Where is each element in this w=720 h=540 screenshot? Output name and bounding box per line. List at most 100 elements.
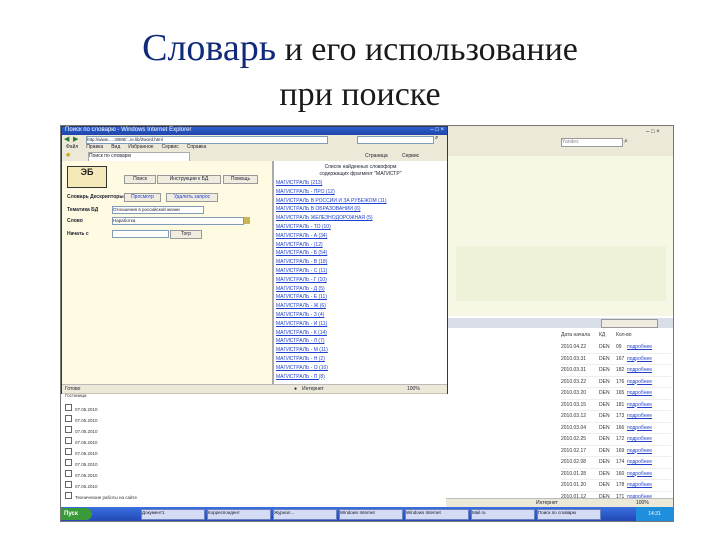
cell-link[interactable]: подробнее: [627, 356, 652, 362]
cell-link[interactable]: подробнее: [627, 482, 652, 488]
result-link[interactable]: МАГИСТРАЛЬ - Г (10): [276, 277, 446, 286]
row-checkbox[interactable]: [65, 470, 72, 477]
result-link[interactable]: МАГИСТРАЛЬ - Е (11): [276, 294, 446, 303]
back-icon[interactable]: ◀: [64, 135, 69, 143]
word-input[interactable]: Наработка: [112, 217, 244, 225]
result-link[interactable]: МАГИСТРАЛЬ - С (11): [276, 268, 446, 277]
result-link[interactable]: МАГИСТРАЛЬ - Д (5): [276, 286, 446, 295]
nav-help-button[interactable]: Помощь: [223, 175, 258, 184]
list-item[interactable]: 07.05.2010: [61, 426, 446, 437]
result-link[interactable]: МАГИСТРАЛЬ - Н (2): [276, 356, 446, 365]
list-item[interactable]: 07.05.2010: [61, 437, 446, 448]
cell-link[interactable]: подробнее: [627, 379, 652, 385]
cell-link[interactable]: подробнее: [627, 367, 652, 373]
bg-pager-button[interactable]: [601, 319, 658, 328]
theme-input[interactable]: Отношения в российской жизни: [112, 206, 204, 214]
ie-search-icon[interactable]: ⌕: [435, 135, 438, 142]
row-checkbox[interactable]: [65, 459, 72, 466]
result-link[interactable]: МАГИСТРАЛЬ - О (10): [276, 365, 446, 374]
toolbar-tools[interactable]: Сервис: [402, 153, 419, 159]
cell-link[interactable]: подробнее: [627, 425, 652, 431]
favorites-star-icon[interactable]: ★: [65, 151, 71, 159]
bg-search-field[interactable]: Yandex: [561, 138, 623, 147]
taskbar-button[interactable]: Поиск по словарю: [537, 509, 601, 520]
bg-col-date: Дата начала: [561, 332, 590, 338]
taskbar-button[interactable]: Корреспондент: [207, 509, 271, 520]
dictionary-view-button[interactable]: Просмотр: [124, 193, 161, 202]
result-link[interactable]: МАГИСТРАЛЬ - ПРО (12): [276, 189, 446, 198]
list-item[interactable]: Технические работы на сайте: [61, 492, 446, 503]
result-link[interactable]: МАГИСТРАЛЬ В ОБРАЗОВАНИИ (6): [276, 206, 446, 215]
result-link[interactable]: МАГИСТРАЛЬ - В (18): [276, 259, 446, 268]
menu-item[interactable]: Вид: [111, 144, 120, 150]
result-link[interactable]: МАГИСТРАЛЬ - А (34): [276, 233, 446, 242]
go-button[interactable]: Тогр: [170, 230, 202, 239]
table-row: 2010.03.12 DEN 173 подробнее: [561, 411, 671, 423]
result-link[interactable]: МАГИСТРАЛЬ (213): [276, 180, 446, 189]
address-input[interactable]: http://www.....:8080/...ie.lib/2word.htm…: [86, 136, 328, 144]
cell-link[interactable]: подробнее: [627, 436, 652, 442]
row-checkbox[interactable]: [65, 415, 72, 422]
start-button[interactable]: Пуск: [61, 508, 92, 520]
toolbar-page[interactable]: Страница: [365, 153, 388, 159]
list-item[interactable]: 07.05.2010: [61, 404, 446, 415]
cell-kd: DEN: [599, 470, 610, 477]
status-zoom[interactable]: 100%: [407, 386, 420, 392]
result-link[interactable]: МАГИСТРАЛЬ - М (11): [276, 347, 446, 356]
taskbar-button[interactable]: Журнал...: [273, 509, 337, 520]
result-link[interactable]: МАГИСТРАЛЬ В РОССИИ И ЗА РУБЕЖОМ (11): [276, 198, 446, 207]
cell-link[interactable]: подробнее: [627, 448, 652, 454]
result-link[interactable]: МАГИСТРАЛЬ - Ж (6): [276, 303, 446, 312]
menu-item[interactable]: Сервис: [162, 144, 179, 150]
list-item[interactable]: 07.05.2010: [61, 459, 446, 470]
row-checkbox[interactable]: [65, 404, 72, 411]
bg-search-icon[interactable]: ⌕: [624, 138, 628, 146]
result-link[interactable]: МАГИСТРАЛЬ - П (8): [276, 374, 446, 383]
result-link[interactable]: МАГИСТРАЛЬ - К (14): [276, 330, 446, 339]
result-link[interactable]: МАГИСТРАЛЬ - ТО (10): [276, 224, 446, 233]
ie-window-controls[interactable]: – □ ×: [430, 127, 444, 133]
taskbar-button[interactable]: Документ1: [141, 509, 205, 520]
taskbar-button[interactable]: Mail.ru: [471, 509, 535, 520]
dictionary-label: Словарь Дескрипторы: [67, 194, 124, 200]
list-item[interactable]: Гостиница: [61, 393, 446, 404]
menu-item[interactable]: Справка: [187, 144, 207, 150]
result-link[interactable]: МАГИСТРАЛЬ - З (4): [276, 312, 446, 321]
row-checkbox[interactable]: [65, 448, 72, 455]
list-item[interactable]: 07.05.2010: [61, 415, 446, 426]
start-input[interactable]: [112, 230, 169, 238]
taskbar-button[interactable]: Windows Internet: [405, 509, 469, 520]
result-link[interactable]: МАГИСТРАЛЬ - И (11): [276, 321, 446, 330]
cell-link[interactable]: подробнее: [627, 413, 652, 419]
forward-icon[interactable]: ▶: [73, 135, 78, 143]
word-select-arrow-icon[interactable]: [244, 217, 250, 224]
result-link[interactable]: МАГИСТРАЛЬ ЖЕЛЕЗНОДОРОЖНАЯ (5): [276, 215, 446, 224]
nav-instructions-button[interactable]: Инструкции к БД: [157, 175, 221, 184]
menu-item[interactable]: Избранное: [128, 144, 153, 150]
row-checkbox[interactable]: [65, 492, 72, 499]
nav-search-button[interactable]: Поиск: [124, 175, 156, 184]
result-link[interactable]: МАГИСТРАЛЬ - Л (7): [276, 338, 446, 347]
taskbar-button[interactable]: Windows Internet: [339, 509, 403, 520]
menu-item[interactable]: Правка: [86, 144, 103, 150]
row-checkbox[interactable]: [65, 426, 72, 433]
row-checkbox[interactable]: [65, 437, 72, 444]
row-checkbox[interactable]: [65, 481, 72, 488]
cell-link[interactable]: подробнее: [627, 390, 652, 396]
result-link[interactable]: МАГИСТРАЛЬ - (12): [276, 242, 446, 251]
cell-link[interactable]: подробнее: [627, 402, 652, 408]
remove-query-button[interactable]: Удалить запрос: [166, 193, 218, 202]
cell-link[interactable]: подробнее: [627, 459, 652, 465]
cell-kd: DEN: [599, 413, 610, 419]
cell-date: 2010.03.04: [561, 424, 587, 431]
cell-link[interactable]: подробнее: [627, 344, 652, 350]
menu-item[interactable]: Файл: [66, 144, 78, 150]
cell-link[interactable]: подробнее: [627, 471, 652, 477]
list-item[interactable]: 07.05.2010: [61, 470, 446, 481]
ie-search-input[interactable]: [357, 136, 434, 144]
list-item[interactable]: 07.05.2010: [61, 448, 446, 459]
result-link[interactable]: МАГИСТРАЛЬ - Б (54): [276, 250, 446, 259]
list-item[interactable]: 07.05.2010: [61, 481, 446, 492]
bg-status-zoom[interactable]: 100%: [636, 500, 649, 506]
bg-window-controls[interactable]: – □ ×: [646, 129, 660, 135]
